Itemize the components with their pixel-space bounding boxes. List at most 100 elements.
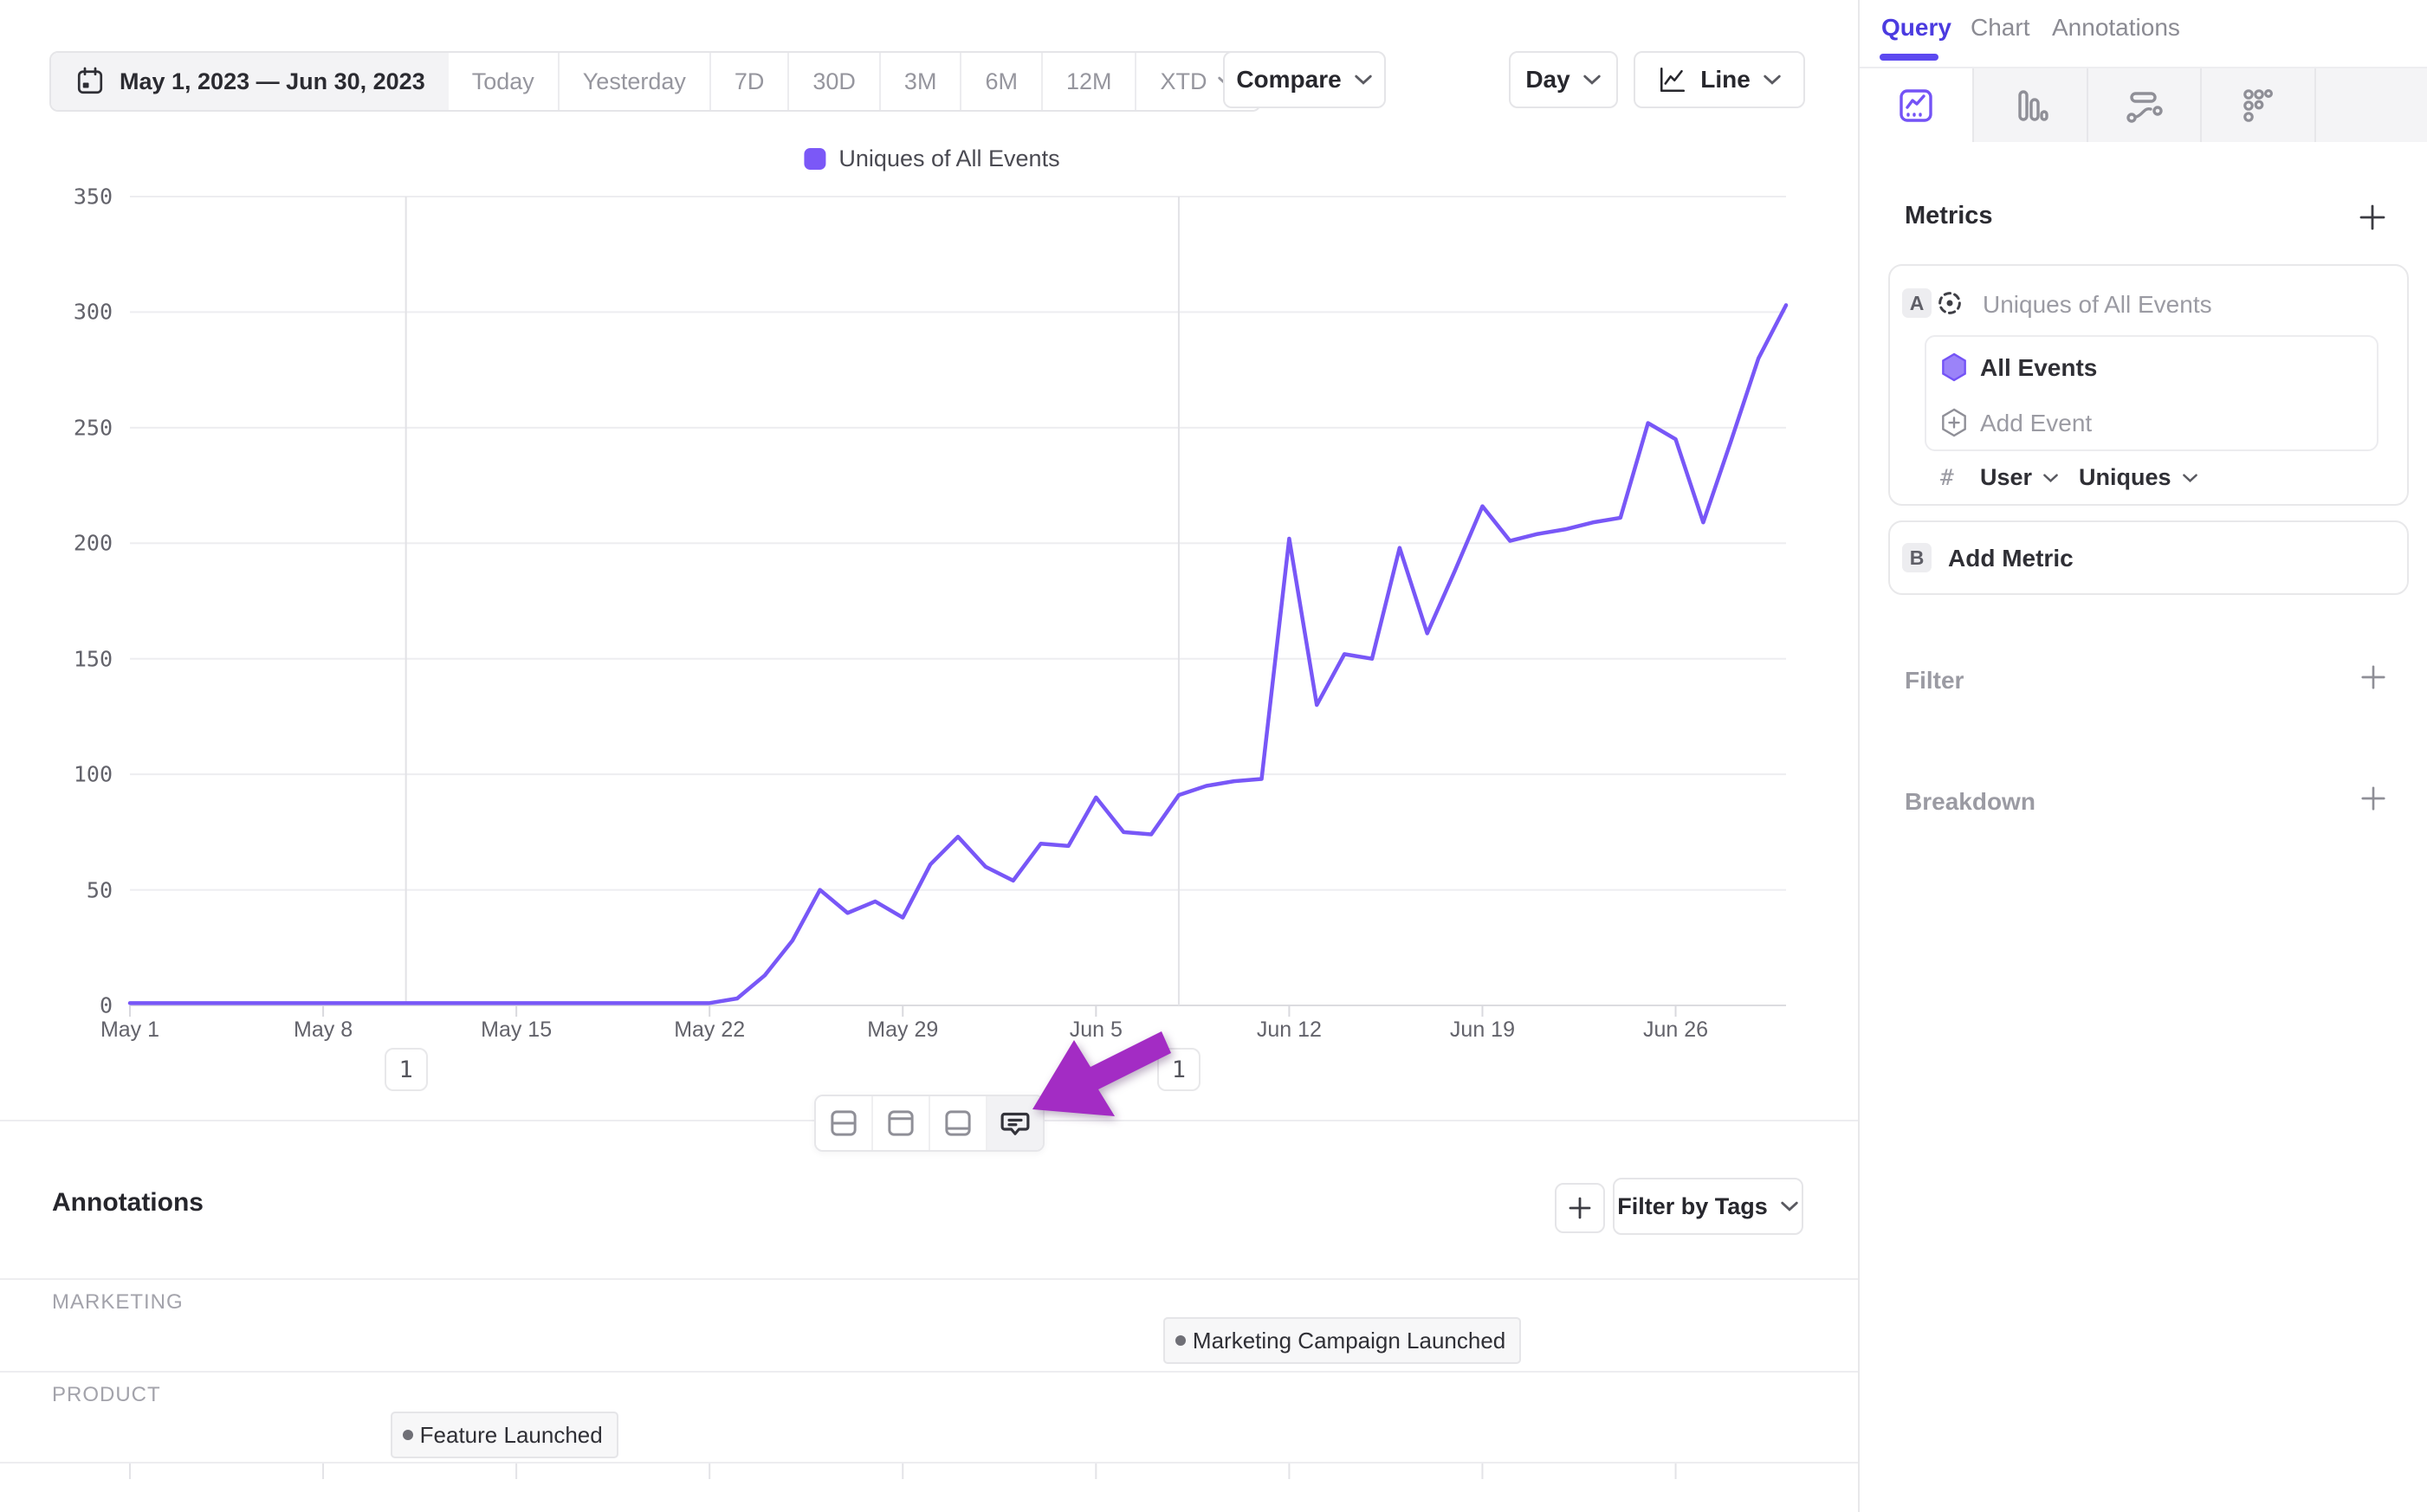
add-breakdown-button[interactable] xyxy=(2359,785,2387,812)
metric-a-card[interactable]: A Uniques of All Events All Events Add E… xyxy=(1888,264,2409,506)
annotation-count-badge[interactable]: 1 xyxy=(385,1048,428,1091)
y-axis-label: 300 xyxy=(9,300,113,325)
insights-report-page: { "colors": { "line_purple": "#7857f7", … xyxy=(0,0,2427,1512)
annotation-dot-icon xyxy=(1175,1335,1186,1346)
tab-query[interactable]: Query xyxy=(1881,14,1951,42)
active-tab-underline xyxy=(1880,54,1938,61)
add-metric-plus-button[interactable] xyxy=(2358,203,2387,232)
chart-type-retention-button[interactable] xyxy=(2202,68,2316,142)
plus-icon xyxy=(2359,663,2387,691)
preset-12m-button[interactable]: 12M xyxy=(1041,53,1136,110)
chart-legend: Uniques of All Events xyxy=(804,145,1059,172)
count-type-symbol: # xyxy=(1940,465,1954,491)
hexagon-event-icon xyxy=(1938,351,1971,384)
legend-label: Uniques of All Events xyxy=(838,145,1059,172)
preset-6m-button[interactable]: 6M xyxy=(960,53,1041,110)
annotation-category-marketing: MARKETING xyxy=(52,1290,184,1315)
query-sidebar: Query Chart Annotations xyxy=(1858,0,2427,1512)
preset-7d-button[interactable]: 7D xyxy=(709,53,788,110)
chevron-down-icon xyxy=(1354,74,1373,86)
y-axis-label: 50 xyxy=(9,877,113,902)
chart-type-label: Line xyxy=(1700,66,1751,94)
split-top-button[interactable] xyxy=(871,1096,929,1150)
chart-type-extra-cell xyxy=(2316,68,2427,142)
x-axis-label: Jun 26 xyxy=(1643,1018,1708,1043)
annotation-count-badge[interactable]: 1 xyxy=(1157,1048,1201,1091)
preset-today-button[interactable]: Today xyxy=(449,53,558,110)
x-axis-label: May 22 xyxy=(674,1018,745,1043)
entity-label: User xyxy=(1980,464,2032,491)
chart-type-insights-button[interactable] xyxy=(1860,68,1974,142)
metric-a-events-box: All Events Add Event xyxy=(1925,335,2378,451)
x-axis-label: Jun 12 xyxy=(1257,1018,1322,1043)
annotation-pill[interactable]: Feature Launched xyxy=(391,1412,618,1458)
split-bottom-icon xyxy=(940,1105,976,1141)
chevron-down-icon xyxy=(2042,472,2059,484)
x-axis-label: May 29 xyxy=(867,1018,938,1043)
granularity-dropdown[interactable]: Day xyxy=(1509,51,1618,108)
filter-by-tags-dropdown[interactable]: Filter by Tags xyxy=(1613,1178,1803,1235)
metric-settings-icon[interactable] xyxy=(1932,285,1968,321)
metric-b-badge: B xyxy=(1902,543,1932,572)
plus-icon xyxy=(2358,203,2387,232)
flow-chart-icon xyxy=(2123,85,2165,126)
bar-chart-icon xyxy=(2010,85,2051,126)
split-horizontal-icon xyxy=(825,1105,862,1141)
y-axis-label: 200 xyxy=(9,531,113,556)
metric-b-card[interactable]: B Add Metric xyxy=(1888,520,2409,595)
metrics-heading: Metrics xyxy=(1905,202,1993,230)
annotation-dot-icon xyxy=(403,1430,413,1440)
arrow-pointer-overlay xyxy=(0,0,1858,1212)
chart-type-flow-button[interactable] xyxy=(2088,68,2203,142)
x-axis-label: May 15 xyxy=(481,1018,552,1043)
retention-dots-icon xyxy=(2237,85,2279,126)
insights-line-icon xyxy=(1895,85,1937,126)
y-axis-label: 100 xyxy=(9,762,113,787)
annotations-toggle-button[interactable] xyxy=(986,1096,1043,1150)
y-axis-label: 250 xyxy=(9,415,113,440)
add-event-label[interactable]: Add Event xyxy=(1980,410,2092,437)
y-axis-label: 350 xyxy=(9,184,113,210)
add-event-icon xyxy=(1938,406,1971,439)
annotation-bubble-icon xyxy=(997,1105,1033,1141)
y-axis-label: 0 xyxy=(9,993,113,1018)
chevron-down-icon xyxy=(1780,1200,1799,1212)
x-axis-label: Jun 19 xyxy=(1450,1018,1515,1043)
divider xyxy=(0,1278,1858,1280)
annotation-pill-label: Feature Launched xyxy=(420,1422,603,1449)
entity-dropdown[interactable]: User xyxy=(1980,464,2059,491)
event-all-events[interactable]: All Events xyxy=(1980,354,2097,382)
preset-30d-button[interactable]: 30D xyxy=(787,53,879,110)
tab-annotations[interactable]: Annotations xyxy=(2052,14,2180,42)
date-range-button[interactable]: May 1, 2023 — Jun 30, 2023 xyxy=(51,53,449,110)
tab-chart[interactable]: Chart xyxy=(1971,14,2029,42)
filter-section-label: Filter xyxy=(1905,667,1964,695)
x-axis-label: May 1 xyxy=(100,1018,159,1043)
compare-button[interactable]: Compare xyxy=(1223,51,1386,108)
date-range-label: May 1, 2023 — Jun 30, 2023 xyxy=(120,68,425,95)
annotation-pill[interactable]: Marketing Campaign Launched xyxy=(1163,1317,1521,1364)
add-filter-button[interactable] xyxy=(2359,663,2387,691)
split-bottom-button[interactable] xyxy=(929,1096,986,1150)
annotations-panel-title: Annotations xyxy=(52,1188,204,1218)
preset-yesterday-button[interactable]: Yesterday xyxy=(558,53,709,110)
breakdown-section-label: Breakdown xyxy=(1905,788,2035,816)
xtd-label: XTD xyxy=(1160,68,1207,95)
split-horizontal-button[interactable] xyxy=(816,1096,871,1150)
metric-a-name[interactable]: Uniques of All Events xyxy=(1983,291,2212,319)
line-chart-icon xyxy=(1657,64,1688,95)
split-top-icon xyxy=(883,1105,919,1141)
chevron-down-icon xyxy=(2182,472,2198,484)
add-metric-label[interactable]: Add Metric xyxy=(1948,545,2074,572)
divider xyxy=(0,1371,1858,1373)
preset-3m-button[interactable]: 3M xyxy=(879,53,961,110)
y-axis-label: 150 xyxy=(9,646,113,671)
chart-type-switcher xyxy=(1860,68,2427,142)
add-annotation-button[interactable] xyxy=(1555,1183,1605,1233)
aggregation-dropdown[interactable]: Uniques xyxy=(2079,464,2198,491)
annotation-pill-label: Marketing Campaign Launched xyxy=(1193,1328,1505,1354)
aggregation-label: Uniques xyxy=(2079,464,2171,491)
annotation-category-product: PRODUCT xyxy=(52,1383,161,1407)
chart-type-dropdown[interactable]: Line xyxy=(1634,51,1805,108)
chart-type-bar-button[interactable] xyxy=(1974,68,2088,142)
